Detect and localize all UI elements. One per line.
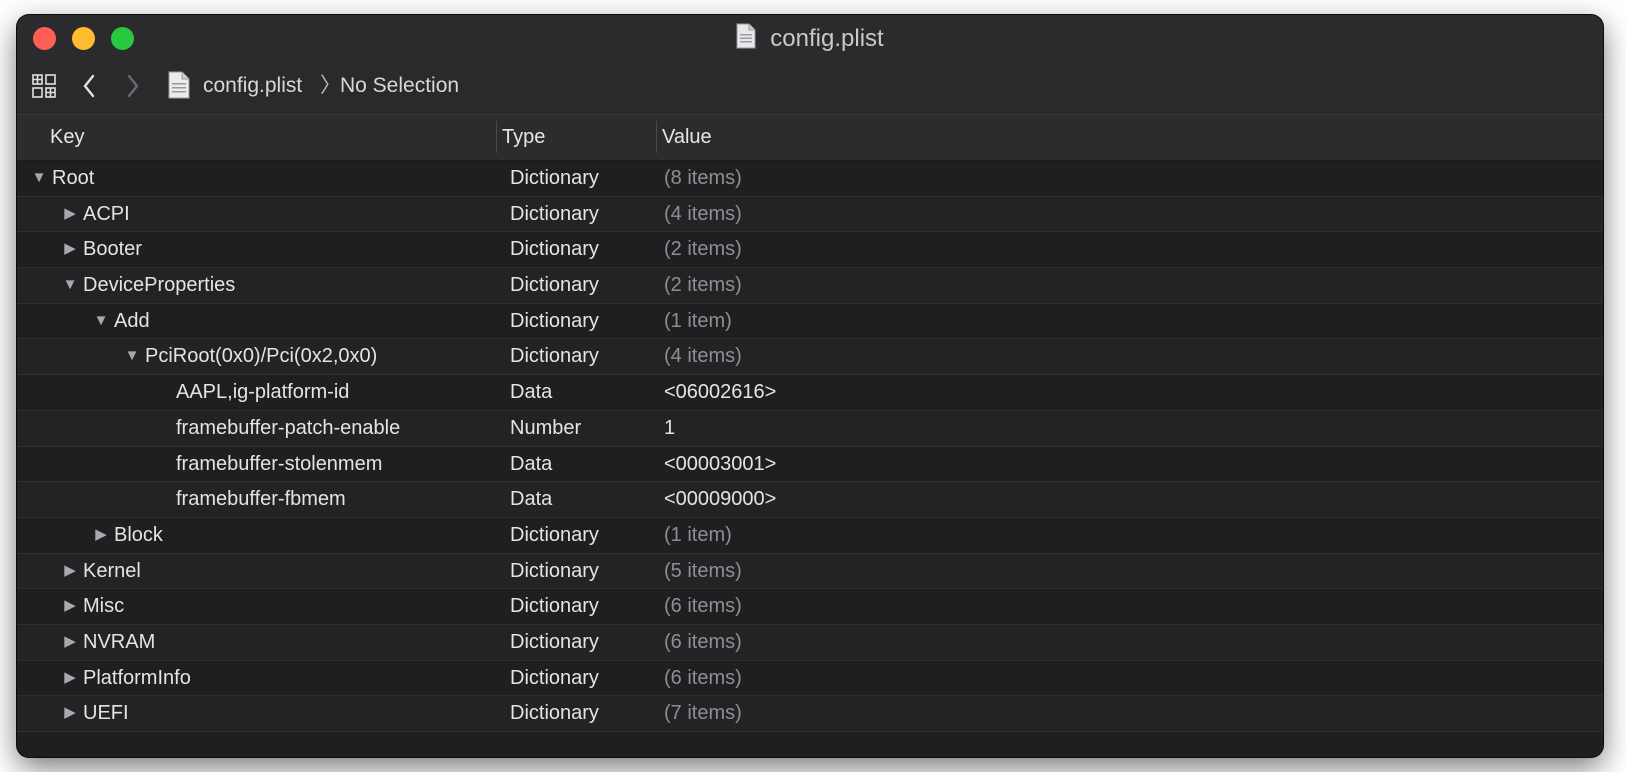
row-type[interactable]: Dictionary: [510, 661, 599, 695]
row-key[interactable]: ACPI: [83, 197, 130, 231]
row-value[interactable]: (5 items): [664, 554, 742, 588]
row-key[interactable]: DeviceProperties: [83, 268, 235, 302]
plist-row[interactable]: ▼ PciRoot(0x0)/Pci(0x2,0x0) Dictionary (4 i…: [17, 339, 1603, 376]
disclosure-triangle-collapsed-icon[interactable]: ▶: [62, 554, 78, 588]
related-items-grid-icon[interactable]: [31, 73, 57, 104]
jump-bar-selection[interactable]: No Selection: [340, 73, 459, 99]
column-header-value[interactable]: Value: [662, 115, 712, 160]
disclosure-triangle-collapsed-icon[interactable]: ▶: [62, 661, 78, 695]
plist-row[interactable]: ▼ DeviceProperties Dictionary (2 items): [17, 268, 1603, 304]
row-key[interactable]: Kernel: [83, 554, 141, 588]
row-type[interactable]: Dictionary: [510, 197, 599, 231]
row-value[interactable]: (7 items): [664, 696, 742, 730]
disclosure-triangle-collapsed-icon[interactable]: ▶: [62, 232, 78, 266]
disclosure-triangle-collapsed-icon[interactable]: ▶: [62, 197, 78, 231]
plist-row[interactable]: ▶ Misc Dictionary (6 items): [17, 589, 1603, 625]
row-value[interactable]: (2 items): [664, 232, 742, 266]
plist-row[interactable]: framebuffer-stolenmem Data <00003001>: [17, 447, 1603, 483]
row-type[interactable]: Dictionary: [510, 304, 599, 338]
row-key[interactable]: PciRoot(0x0)/Pci(0x2,0x0): [145, 339, 377, 373]
plist-row[interactable]: AAPL,ig-platform-id Data <06002616>: [17, 375, 1603, 411]
plist-row[interactable]: framebuffer-patch-enable Number 1: [17, 410, 1603, 447]
disclosure-triangle-expanded-icon[interactable]: ▼: [62, 268, 78, 302]
row-value[interactable]: (6 items): [664, 625, 742, 659]
row-key[interactable]: UEFI: [83, 696, 129, 730]
column-header-type[interactable]: Type: [502, 115, 545, 160]
jump-bar: config.plist 〉 No Selection: [17, 57, 1603, 115]
disclosure-triangle-collapsed-icon[interactable]: ▶: [62, 625, 78, 659]
row-key[interactable]: PlatformInfo: [83, 661, 191, 695]
row-type[interactable]: Dictionary: [510, 339, 599, 373]
row-key[interactable]: Block: [114, 518, 163, 552]
row-key[interactable]: framebuffer-fbmem: [176, 482, 346, 516]
row-value[interactable]: <00009000>: [664, 482, 776, 516]
column-header: Key Type Value: [17, 115, 1603, 161]
column-divider[interactable]: [656, 121, 657, 153]
row-type[interactable]: Dictionary: [510, 696, 599, 730]
disclosure-triangle-expanded-icon[interactable]: ▼: [124, 339, 140, 373]
row-key[interactable]: framebuffer-stolenmem: [176, 447, 382, 481]
disclosure-triangle-collapsed-icon[interactable]: ▶: [62, 589, 78, 623]
row-key[interactable]: Booter: [83, 232, 142, 266]
column-divider[interactable]: [496, 121, 497, 153]
row-key[interactable]: framebuffer-patch-enable: [176, 411, 400, 445]
row-type[interactable]: Number: [510, 411, 581, 445]
row-value[interactable]: (8 items): [664, 161, 742, 195]
row-type[interactable]: Data: [510, 447, 552, 481]
row-type[interactable]: Data: [510, 375, 552, 409]
plist-row[interactable]: ▼ Root Dictionary (8 items): [17, 161, 1603, 197]
row-key[interactable]: AAPL,ig-platform-id: [176, 375, 349, 409]
row-key[interactable]: Root: [52, 161, 94, 195]
row-type[interactable]: Dictionary: [510, 161, 599, 195]
row-type[interactable]: Dictionary: [510, 625, 599, 659]
disclosure-triangle-collapsed-icon[interactable]: ▶: [93, 518, 109, 552]
row-key[interactable]: NVRAM: [83, 625, 155, 659]
plist-row[interactable]: ▶ Booter Dictionary (2 items): [17, 232, 1603, 269]
plist-row[interactable]: ▶ ACPI Dictionary (4 items): [17, 196, 1603, 233]
plist-file-icon: [736, 23, 756, 56]
row-type[interactable]: Dictionary: [510, 232, 599, 266]
column-header-key[interactable]: Key: [50, 115, 84, 160]
plist-row[interactable]: ▶ NVRAM Dictionary (6 items): [17, 624, 1603, 661]
row-value[interactable]: (2 items): [664, 268, 742, 302]
row-key[interactable]: Add: [114, 304, 150, 338]
row-type[interactable]: Dictionary: [510, 518, 599, 552]
row-value[interactable]: (6 items): [664, 661, 742, 695]
disclosure-triangle-expanded-icon[interactable]: ▼: [93, 304, 109, 338]
row-key[interactable]: Misc: [83, 589, 124, 623]
plist-row[interactable]: ▶ UEFI Dictionary (7 items): [17, 696, 1603, 732]
row-value[interactable]: (6 items): [664, 589, 742, 623]
jump-bar-separator: 〉: [320, 74, 341, 97]
row-type[interactable]: Dictionary: [510, 268, 599, 302]
plist-row[interactable]: ▶ PlatformInfo Dictionary (6 items): [17, 661, 1603, 697]
title-bar[interactable]: config.plist: [17, 15, 1603, 57]
jump-bar-file[interactable]: config.plist: [203, 73, 302, 99]
row-value[interactable]: (1 item): [664, 518, 732, 552]
row-value[interactable]: (4 items): [664, 339, 742, 373]
row-type[interactable]: Data: [510, 482, 552, 516]
plist-file-icon: [168, 71, 190, 104]
row-value[interactable]: (4 items): [664, 197, 742, 231]
disclosure-triangle-expanded-icon[interactable]: ▼: [31, 161, 47, 195]
window-title: config.plist: [17, 23, 1603, 56]
row-type[interactable]: Dictionary: [510, 554, 599, 588]
row-value[interactable]: 1: [664, 411, 675, 445]
chevron-left-icon[interactable]: [81, 73, 97, 104]
plist-row[interactable]: ▶ Block Dictionary (1 item): [17, 518, 1603, 554]
plist-row[interactable]: ▼ Add Dictionary (1 item): [17, 304, 1603, 340]
plist-row[interactable]: ▶ Kernel Dictionary (5 items): [17, 553, 1603, 590]
row-type[interactable]: Dictionary: [510, 589, 599, 623]
chevron-right-icon[interactable]: [125, 73, 141, 104]
row-value[interactable]: <00003001>: [664, 447, 776, 481]
xcode-plist-window: config.plist config.plist 〉 No Selection…: [17, 15, 1603, 757]
row-value[interactable]: <06002616>: [664, 375, 776, 409]
plist-row[interactable]: framebuffer-fbmem Data <00009000>: [17, 482, 1603, 518]
disclosure-triangle-collapsed-icon[interactable]: ▶: [62, 696, 78, 730]
row-value[interactable]: (1 item): [664, 304, 732, 338]
window-title-text: config.plist: [770, 25, 884, 52]
plist-outline: ▼ Root Dictionary (8 items) ▶ ACPI Dictionary(…: [17, 161, 1603, 732]
